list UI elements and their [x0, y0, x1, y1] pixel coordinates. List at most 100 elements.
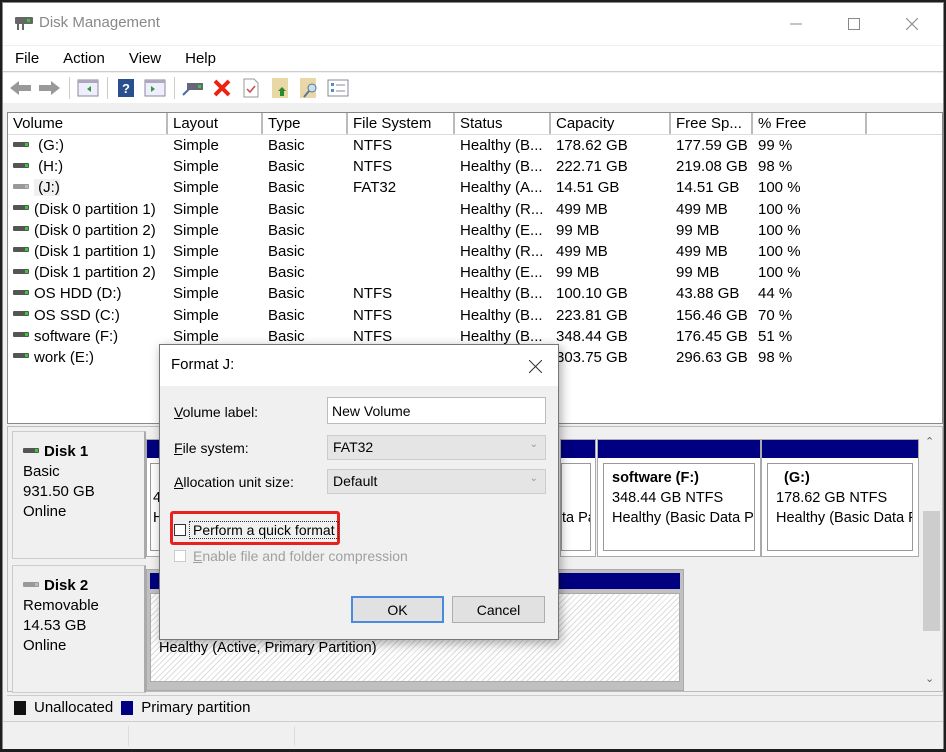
cell-pct: 100 %: [758, 264, 801, 282]
partition-line1: 178.62 GB NTFS: [776, 490, 888, 506]
dialog-close-button[interactable]: [520, 351, 550, 381]
toolbar-separator: [69, 77, 70, 99]
column-header-type[interactable]: Type: [263, 113, 348, 134]
delete-button[interactable]: [210, 76, 234, 100]
quick-format-checkbox-row[interactable]: Perform a quick format: [174, 521, 339, 539]
volume-row[interactable]: (Disk 0 partition 1) Simple Basic Healthy (…: [8, 199, 942, 220]
disk-1-label[interactable]: Disk 1 Basic 931.50 GB Online: [12, 431, 146, 559]
column-header-file-system[interactable]: File System: [348, 113, 455, 134]
volume-row[interactable]: (G:) Simple Basic NTFS Healthy (B... 178.62 G…: [8, 135, 942, 156]
volume-name: software (F:): [34, 327, 119, 345]
disk-size: 14.53 GB: [23, 617, 87, 634]
import-button[interactable]: [268, 76, 292, 100]
volume-row[interactable]: (J:) Simple Basic FAT32 Healthy (A... 14.51 G…: [8, 177, 942, 198]
scrollbar-thumb[interactable]: [923, 511, 940, 631]
back-icon: [10, 81, 31, 95]
cell-volume: (Disk 1 partition 2): [8, 262, 168, 283]
cell-status: Healthy (B...: [460, 137, 543, 154]
file-system-label: File system:: [174, 440, 249, 456]
menu-action[interactable]: Action: [63, 50, 105, 67]
cell-type: Basic: [268, 179, 305, 197]
cell-layout: Simple: [173, 158, 219, 176]
close-button[interactable]: [889, 3, 935, 45]
disk-2-label[interactable]: Disk 2 Removable 14.53 GB Online: [12, 565, 146, 693]
column-header-capacity[interactable]: Capacity: [551, 113, 671, 134]
partition-software-f[interactable]: software (F:) 348.44 GB NTFS Healthy (Ba…: [597, 439, 761, 557]
minimize-button[interactable]: [773, 3, 819, 45]
menu-file[interactable]: File: [15, 50, 39, 67]
options-icon: [327, 79, 349, 97]
volume-name: OS SSD (C:): [34, 306, 120, 324]
forward-button[interactable]: [38, 76, 62, 100]
legend-swatch-primary: [121, 700, 134, 715]
menu-view[interactable]: View: [129, 50, 161, 67]
column-header-layout[interactable]: Layout: [168, 113, 263, 134]
column-header-percent-free[interactable]: % Free: [753, 113, 867, 134]
partition-disk1-2[interactable]: ta Pa: [560, 439, 596, 557]
cancel-button[interactable]: Cancel: [452, 596, 545, 623]
show-hide-action-pane-icon: [144, 79, 166, 97]
cell-free: 99 MB: [676, 221, 720, 239]
cell-free: 499 MB: [676, 242, 728, 260]
window-title: Disk Management: [39, 14, 160, 31]
volume-row[interactable]: (Disk 0 partition 2) Simple Basic Healthy (…: [8, 220, 942, 241]
volume-row[interactable]: (Disk 1 partition 1) Simple Basic Healthy (…: [8, 241, 942, 262]
maximize-button[interactable]: [831, 3, 877, 45]
cell-type: Basic: [268, 285, 305, 303]
cell-layout: Simple: [173, 200, 219, 218]
menu-help[interactable]: Help: [185, 50, 216, 67]
back-button[interactable]: [9, 76, 33, 100]
vertical-scrollbar[interactable]: ⌃ ⌄: [920, 431, 940, 689]
cell-volume: (Disk 0 partition 1): [8, 199, 168, 220]
cell-type: Basic: [268, 137, 305, 154]
volume-rows: (G:) Simple Basic NTFS Healthy (B... 178.62 G…: [8, 135, 942, 368]
volume-row[interactable]: (H:) Simple Basic NTFS Healthy (B... 222.71 G…: [8, 156, 942, 177]
scroll-up-icon[interactable]: ⌃: [925, 435, 934, 448]
volume-label-input[interactable]: [327, 397, 546, 424]
drive-icon: [13, 353, 29, 359]
search-button[interactable]: [297, 76, 321, 100]
column-header-status[interactable]: Status: [455, 113, 551, 134]
quick-format-checkbox[interactable]: [174, 524, 186, 536]
search-icon: [300, 78, 317, 98]
ok-button[interactable]: OK: [351, 596, 444, 623]
options-button[interactable]: [326, 76, 350, 100]
volume-name: (Disk 1 partition 2): [34, 264, 156, 282]
chevron-down-icon: ⌄: [529, 473, 538, 484]
cell-type: Basic: [268, 306, 305, 324]
volume-row[interactable]: OS HDD (D:) Simple Basic NTFS Healthy (B... 1…: [8, 283, 942, 304]
show-hide-action-pane-button[interactable]: [143, 76, 167, 100]
scroll-down-icon[interactable]: ⌄: [925, 672, 934, 685]
column-header-volume[interactable]: Volume: [8, 113, 168, 134]
column-header-empty: [867, 113, 942, 134]
removable-drive-icon: [13, 183, 29, 189]
partition-line2: Healthy (Active, Primary Partition): [159, 640, 377, 656]
show-hide-console-tree-button[interactable]: [76, 76, 100, 100]
cell-layout: Simple: [173, 137, 219, 154]
drive-icon: [13, 247, 29, 253]
compression-label: Enable file and folder compression: [193, 548, 408, 564]
cell-free: 176.45 GB: [676, 327, 748, 345]
disk-name: Disk 2: [44, 577, 89, 594]
volume-row[interactable]: OS SSD (C:) Simple Basic NTFS Healthy (B... 2…: [8, 305, 942, 326]
volume-row[interactable]: (Disk 1 partition 2) Simple Basic Healthy (…: [8, 262, 942, 283]
partition-g[interactable]: (G:) 178.62 GB NTFS Healthy (Basic Data …: [761, 439, 919, 557]
cell-pct: 100 %: [758, 242, 801, 260]
properties-button[interactable]: [239, 76, 263, 100]
file-system-select[interactable]: FAT32 ⌄: [327, 435, 546, 460]
cell-free: 219.08 GB: [676, 158, 748, 176]
cell-pct: 100 %: [758, 200, 801, 218]
cell-volume: (H:): [8, 156, 168, 177]
partition-bar: [762, 440, 918, 458]
connect-disk-button[interactable]: [181, 76, 205, 100]
cell-capacity: 222.71 GB: [556, 158, 628, 176]
allocation-unit-size-select[interactable]: Default ⌄: [327, 469, 546, 494]
cell-capacity: 348.44 GB: [556, 327, 628, 345]
disk-state: Online: [23, 637, 67, 654]
title-bar: Disk Management: [3, 3, 943, 45]
column-header-free-space[interactable]: Free Sp...: [671, 113, 753, 134]
help-button[interactable]: ?: [114, 76, 138, 100]
volume-name: work (E:): [34, 348, 94, 366]
cell-volume: (Disk 0 partition 2): [8, 220, 168, 241]
volume-name: OS HDD (D:): [34, 285, 122, 303]
